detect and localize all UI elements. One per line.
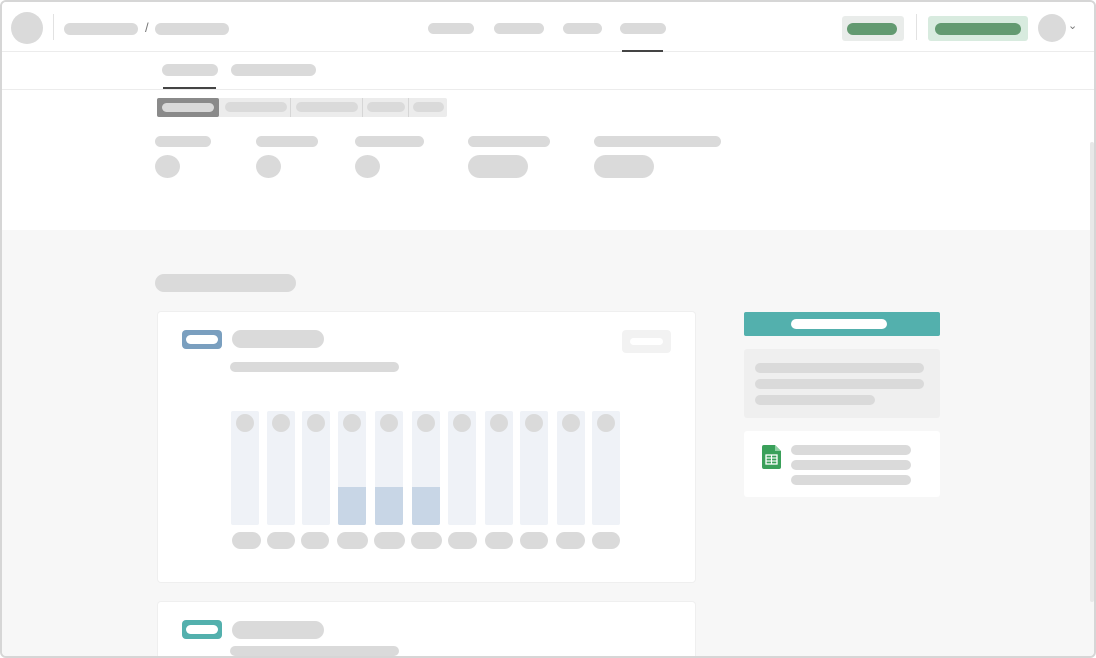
- subnav-tab-active[interactable]: [162, 64, 218, 76]
- segment-option-5[interactable]: [413, 102, 444, 112]
- stat-value-2: [256, 155, 281, 178]
- column-avatar: [597, 414, 615, 432]
- column-avatar: [525, 414, 543, 432]
- attachment-line-2: [791, 460, 911, 470]
- board-column[interactable]: [338, 411, 366, 525]
- subnav-tab-2[interactable]: [231, 64, 316, 76]
- column-label: [556, 532, 585, 549]
- column-label: [411, 532, 442, 549]
- board-column[interactable]: [302, 411, 330, 525]
- segment-option-active[interactable]: [157, 98, 219, 117]
- column-label: [592, 532, 620, 549]
- segment-divider: [408, 98, 409, 117]
- subnav-active-indicator: [163, 87, 216, 89]
- stat-value-1: [155, 155, 180, 178]
- column-avatar: [272, 414, 290, 432]
- segment-option-3[interactable]: [296, 102, 358, 112]
- column-fill: [338, 487, 366, 525]
- board-column[interactable]: [231, 411, 259, 525]
- card-subtitle-2: [230, 646, 399, 656]
- info-box: [744, 349, 940, 418]
- secondary-action-button[interactable]: [842, 16, 904, 41]
- card-subtitle: [230, 362, 399, 372]
- column-label: [520, 532, 548, 549]
- card-type-tag: [182, 330, 222, 349]
- teal-action-button[interactable]: [744, 312, 940, 336]
- column-avatar: [417, 414, 435, 432]
- segment-option-2[interactable]: [225, 102, 287, 112]
- board-column[interactable]: [267, 411, 295, 525]
- board-column[interactable]: [520, 411, 548, 525]
- column-avatar: [236, 414, 254, 432]
- breadcrumb-separator: /: [145, 20, 149, 35]
- board-column[interactable]: [592, 411, 620, 525]
- column-label: [485, 532, 513, 549]
- spreadsheet-file-icon: [762, 445, 781, 469]
- stat-value-5: [594, 155, 654, 178]
- column-avatar: [307, 414, 325, 432]
- card-title[interactable]: [232, 330, 324, 348]
- column-label: [337, 532, 368, 549]
- column-fill: [412, 487, 440, 525]
- nav-tab-4-active[interactable]: [620, 23, 666, 34]
- segment-divider: [290, 98, 291, 117]
- stat-label-2: [256, 136, 318, 147]
- board-column[interactable]: [448, 411, 476, 525]
- board-column[interactable]: [375, 411, 403, 525]
- stat-value-4: [468, 155, 528, 178]
- segment-divider: [362, 98, 363, 117]
- stat-label-4: [468, 136, 550, 147]
- column-label: [448, 532, 477, 549]
- info-line-3: [755, 395, 875, 405]
- profile-avatar[interactable]: [1038, 14, 1066, 42]
- info-line-2: [755, 379, 924, 389]
- column-avatar: [343, 414, 361, 432]
- info-line-1: [755, 363, 924, 373]
- primary-action-button[interactable]: [928, 16, 1028, 41]
- user-avatar-icon[interactable]: [11, 12, 43, 44]
- stat-label-5: [594, 136, 721, 147]
- column-fill: [375, 487, 403, 525]
- column-avatar: [453, 414, 471, 432]
- breadcrumb-item-root[interactable]: [64, 23, 138, 35]
- app-window: / ⌄: [0, 0, 1096, 658]
- header-divider-2: [916, 14, 917, 40]
- board-column[interactable]: [485, 411, 513, 525]
- breadcrumb-item-current[interactable]: [155, 23, 229, 35]
- attachment-line-3: [791, 475, 911, 485]
- card-type-tag-2: [182, 620, 222, 639]
- column-label: [301, 532, 329, 549]
- active-tab-indicator: [622, 50, 663, 52]
- column-avatar: [562, 414, 580, 432]
- stat-label-3: [355, 136, 424, 147]
- header-divider: [53, 14, 54, 40]
- stat-value-3: [355, 155, 380, 178]
- column-label: [374, 532, 405, 549]
- nav-tab-2[interactable]: [494, 23, 544, 34]
- card-title-2[interactable]: [232, 621, 324, 639]
- column-label: [267, 532, 295, 549]
- nav-tab-1[interactable]: [428, 23, 474, 34]
- vertical-scrollbar[interactable]: [1090, 142, 1094, 602]
- top-navigation-bar: / ⌄: [2, 2, 1094, 52]
- chevron-down-icon[interactable]: ⌄: [1068, 18, 1077, 34]
- nav-tab-3[interactable]: [563, 23, 602, 34]
- attachment-line-1: [791, 445, 911, 455]
- column-avatar: [380, 414, 398, 432]
- sub-navigation-bar: [2, 53, 1094, 90]
- segment-option-4[interactable]: [367, 102, 405, 112]
- board-column[interactable]: [412, 411, 440, 525]
- section-title: [155, 274, 296, 292]
- board-column[interactable]: [557, 411, 585, 525]
- stat-label-1: [155, 136, 211, 147]
- column-label: [232, 532, 261, 549]
- card-action-button[interactable]: [622, 330, 671, 353]
- column-avatar: [490, 414, 508, 432]
